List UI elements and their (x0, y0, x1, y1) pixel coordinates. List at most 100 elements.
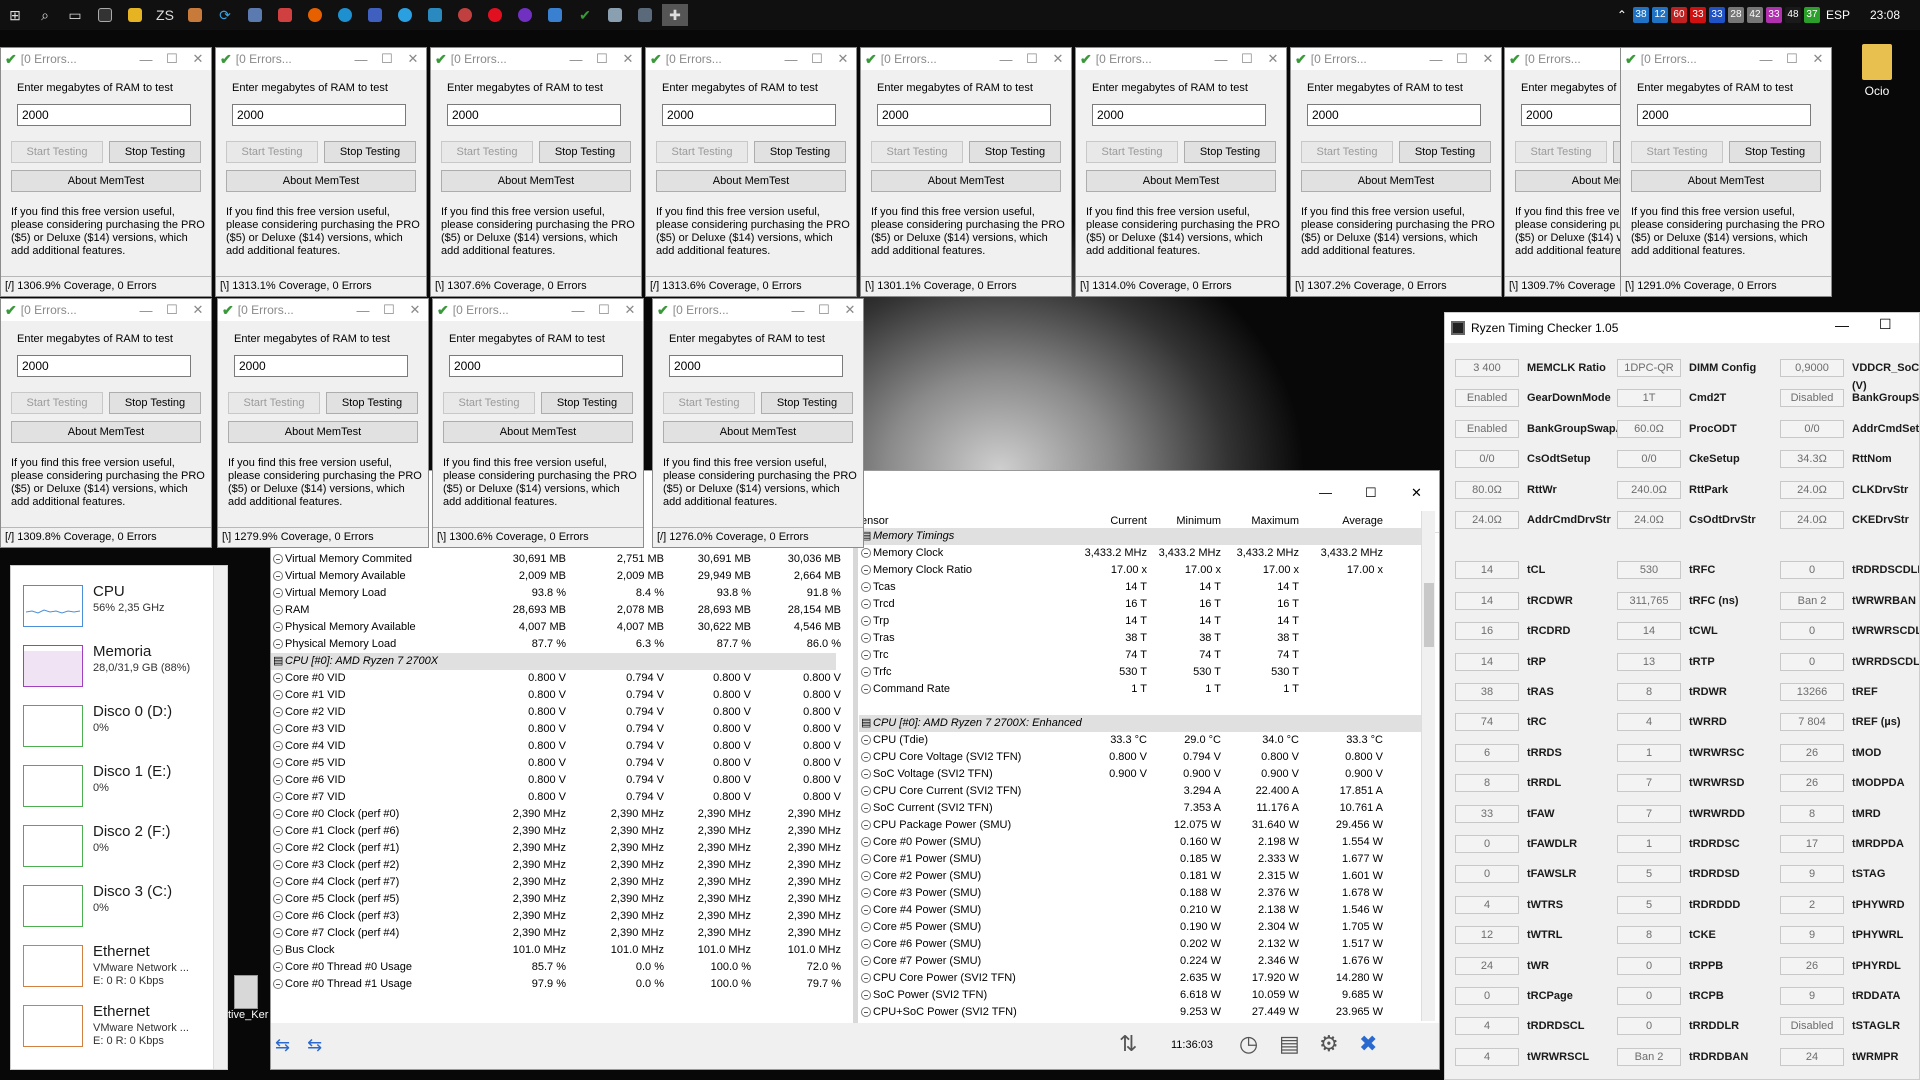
memtest-start-button[interactable]: Start Testing (1086, 141, 1178, 163)
tm-item-1[interactable]: Memoria 28,0/31,9 GB (88%) (23, 641, 213, 695)
memtest-stop-button[interactable]: Stop Testing (1729, 141, 1821, 163)
hwinfo-header-0[interactable]: ensor (861, 515, 889, 527)
memtest-about-button[interactable]: About MemTest (663, 421, 853, 443)
tray-badge-2[interactable]: 60 (1670, 7, 1687, 23)
tray-badge-1[interactable]: 12 (1651, 7, 1668, 23)
memtest-close-button[interactable]: ✕ (617, 302, 643, 318)
hwinfo-row[interactable]: Core #1 Clock (perf #6) 2,390 MHz 2,390 MH… (271, 823, 841, 840)
memtest-start-button[interactable]: Start Testing (871, 141, 963, 163)
hwinfo-row[interactable]: Core #2 VID 0.800 V 0.794 V 0.800 V 0.800 V (271, 704, 841, 721)
memtest-start-button[interactable]: Start Testing (1301, 141, 1393, 163)
app-icon-1[interactable] (182, 4, 208, 26)
memtest-titlebar[interactable]: ✔[0 Errors... —☐✕ (646, 48, 856, 70)
memtest-stop-button[interactable]: Stop Testing (539, 141, 631, 163)
memtest-maximize-button[interactable]: ☐ (159, 51, 185, 67)
tray-badge-5[interactable]: 28 (1727, 7, 1744, 23)
tray-badge-0[interactable]: 38 (1632, 7, 1649, 23)
tray-badge-4[interactable]: 33 (1708, 7, 1725, 23)
file-explorer-icon[interactable] (122, 4, 148, 26)
memtest-taskbar-icon[interactable]: ✔ (572, 4, 598, 26)
hwinfo-row[interactable]: Physical Memory Available 4,007 MB 4,007 M… (271, 619, 841, 636)
memtest-about-button[interactable]: About MemTest (11, 421, 201, 443)
memtest-minimize-button[interactable]: — (350, 303, 376, 318)
desktop-shortcut[interactable]: tive_Ker (228, 975, 270, 1025)
memtest-close-button[interactable]: ✕ (837, 302, 863, 318)
memtest-ram-input[interactable]: 2000 (1307, 104, 1481, 126)
tm-item-4[interactable]: Disco 2 (F:) 0% (23, 821, 213, 875)
memtest-titlebar[interactable]: ✔[0 Errors... —☐✕ (1291, 48, 1501, 70)
hwinfo-row[interactable]: Core #3 VID 0.800 V 0.794 V 0.800 V 0.800 V (271, 721, 841, 738)
hwinfo-section-header[interactable]: ▤ CPU [#0]: AMD Ryzen 7 2700X (271, 653, 836, 670)
memtest-stop-button[interactable]: Stop Testing (1184, 141, 1276, 163)
memtest-about-button[interactable]: About MemTest (441, 170, 631, 192)
memtest-start-button[interactable]: Start Testing (443, 392, 535, 414)
rtc-minimize-button[interactable]: — (1835, 317, 1849, 333)
hwinfo-row[interactable]: Bus Clock 101.0 MHz 101.0 MHz 101.0 MHz 101.… (271, 942, 841, 959)
memtest-titlebar[interactable]: ✔[0 Errors... —☐✕ (1, 48, 211, 70)
memtest-about-button[interactable]: About MemTest (443, 421, 633, 443)
memtest-maximize-button[interactable]: ☐ (1019, 51, 1045, 67)
memtest-ram-input[interactable]: 2000 (669, 355, 843, 377)
hwinfo-row[interactable]: SoC Power (SVI2 TFN) 6.618 W 10.059 W 9.685… (859, 987, 1424, 1004)
memtest-titlebar[interactable]: ✔[0 Errors... —☐✕ (1, 299, 211, 321)
memtest-close-button[interactable]: ✕ (185, 51, 211, 67)
memtest-close-button[interactable]: ✕ (1260, 51, 1286, 67)
memtest-minimize-button[interactable]: — (133, 52, 159, 67)
memtest-start-button[interactable]: Start Testing (11, 141, 103, 163)
hwinfo-maximize-button[interactable]: ☐ (1365, 485, 1377, 501)
hwinfo-scroll-thumb[interactable] (1424, 583, 1434, 647)
hwinfo-row[interactable]: Core #1 VID 0.800 V 0.794 V 0.800 V 0.800 V (271, 687, 841, 704)
hwinfo-row[interactable]: Core #4 Power (SMU) 0.210 W 2.138 W 1.546 W (859, 902, 1424, 919)
memtest-minimize-button[interactable]: — (563, 52, 589, 67)
hwinfo-close-sensors-icon[interactable]: ✖ (1359, 1031, 1377, 1057)
hwinfo-row[interactable]: Trcd 16 T 16 T 16 T (859, 596, 1424, 613)
hwinfo-nav-buttons[interactable]: ⇆ ⇆ (275, 1035, 328, 1056)
tm-item-0[interactable]: CPU 56% 2,35 GHz (23, 581, 213, 635)
memtest-ram-input[interactable]: 2000 (447, 104, 621, 126)
desktop-folder-ocio[interactable]: Ocio (1852, 44, 1902, 104)
memtest-ram-input[interactable]: 2000 (1092, 104, 1266, 126)
memtest-stop-button[interactable]: Stop Testing (541, 392, 633, 414)
terminal-icon[interactable] (92, 4, 118, 26)
hwinfo-row[interactable]: CPU Package Power (SMU) 12.075 W 31.640 W 2… (859, 817, 1424, 834)
hwinfo-row[interactable]: Virtual Memory Available 2,009 MB 2,009 MB… (271, 568, 841, 585)
memtest-stop-button[interactable]: Stop Testing (109, 392, 201, 414)
memtest-maximize-button[interactable]: ☐ (159, 302, 185, 318)
hwinfo-header-2[interactable]: Minimum (1141, 515, 1221, 527)
memtest-stop-button[interactable]: Stop Testing (109, 141, 201, 163)
tm-item-3[interactable]: Disco 1 (E:) 0% (23, 761, 213, 815)
app-icon-10[interactable] (632, 4, 658, 26)
memtest-about-button[interactable]: About MemTest (1086, 170, 1276, 192)
memtest-minimize-button[interactable]: — (1753, 52, 1779, 67)
memtest-start-button[interactable]: Start Testing (1515, 141, 1607, 163)
memtest-about-button[interactable]: About MemTest (226, 170, 416, 192)
app-icon-5[interactable] (422, 4, 448, 26)
hwinfo-row[interactable]: Core #2 Power (SMU) 0.181 W 2.315 W 1.601 W (859, 868, 1424, 885)
memtest-start-button[interactable]: Start Testing (441, 141, 533, 163)
tray-badge-3[interactable]: 33 (1689, 7, 1706, 23)
memtest-titlebar[interactable]: ✔[0 Errors... —☐✕ (431, 48, 641, 70)
hwinfo-row[interactable]: Core #3 Clock (perf #2) 2,390 MHz 2,390 MH… (271, 857, 841, 874)
memtest-maximize-button[interactable]: ☐ (1234, 51, 1260, 67)
tray-badge-8[interactable]: 48 (1784, 7, 1801, 23)
hwinfo-row[interactable]: Memory Clock 3,433.2 MHz 3,433.2 MHz 3,433.… (859, 545, 1424, 562)
memtest-start-button[interactable]: Start Testing (11, 392, 103, 414)
hwinfo-row[interactable]: Core #7 Power (SMU) 0.224 W 2.346 W 1.676 W (859, 953, 1424, 970)
memtest-start-button[interactable]: Start Testing (228, 392, 320, 414)
hwinfo-row[interactable]: Virtual Memory Commited 30,691 MB 2,751 MB… (271, 551, 841, 568)
memtest-close-button[interactable]: ✕ (185, 302, 211, 318)
hwinfo-row[interactable]: Core #3 Power (SMU) 0.188 W 2.376 W 1.678 W (859, 885, 1424, 902)
memtest-close-button[interactable]: ✕ (1805, 51, 1831, 67)
memtest-ram-input[interactable]: 2000 (232, 104, 406, 126)
opera-icon[interactable] (482, 4, 508, 26)
tray-chevron-icon[interactable]: ⌃ (1617, 8, 1627, 22)
hwinfo-row[interactable]: Core #0 Clock (perf #0) 2,390 MHz 2,390 MH… (271, 806, 841, 823)
tray-badge-9[interactable]: 37 (1803, 7, 1820, 23)
hwinfo-row[interactable]: Core #4 Clock (perf #7) 2,390 MHz 2,390 MH… (271, 874, 841, 891)
memtest-ram-input[interactable]: 2000 (449, 355, 623, 377)
tray-badge-7[interactable]: 33 (1765, 7, 1782, 23)
memtest-start-button[interactable]: Start Testing (1631, 141, 1723, 163)
memtest-stop-button[interactable]: Stop Testing (761, 392, 853, 414)
memtest-minimize-button[interactable]: — (1208, 52, 1234, 67)
app-icon-8[interactable] (542, 4, 568, 26)
